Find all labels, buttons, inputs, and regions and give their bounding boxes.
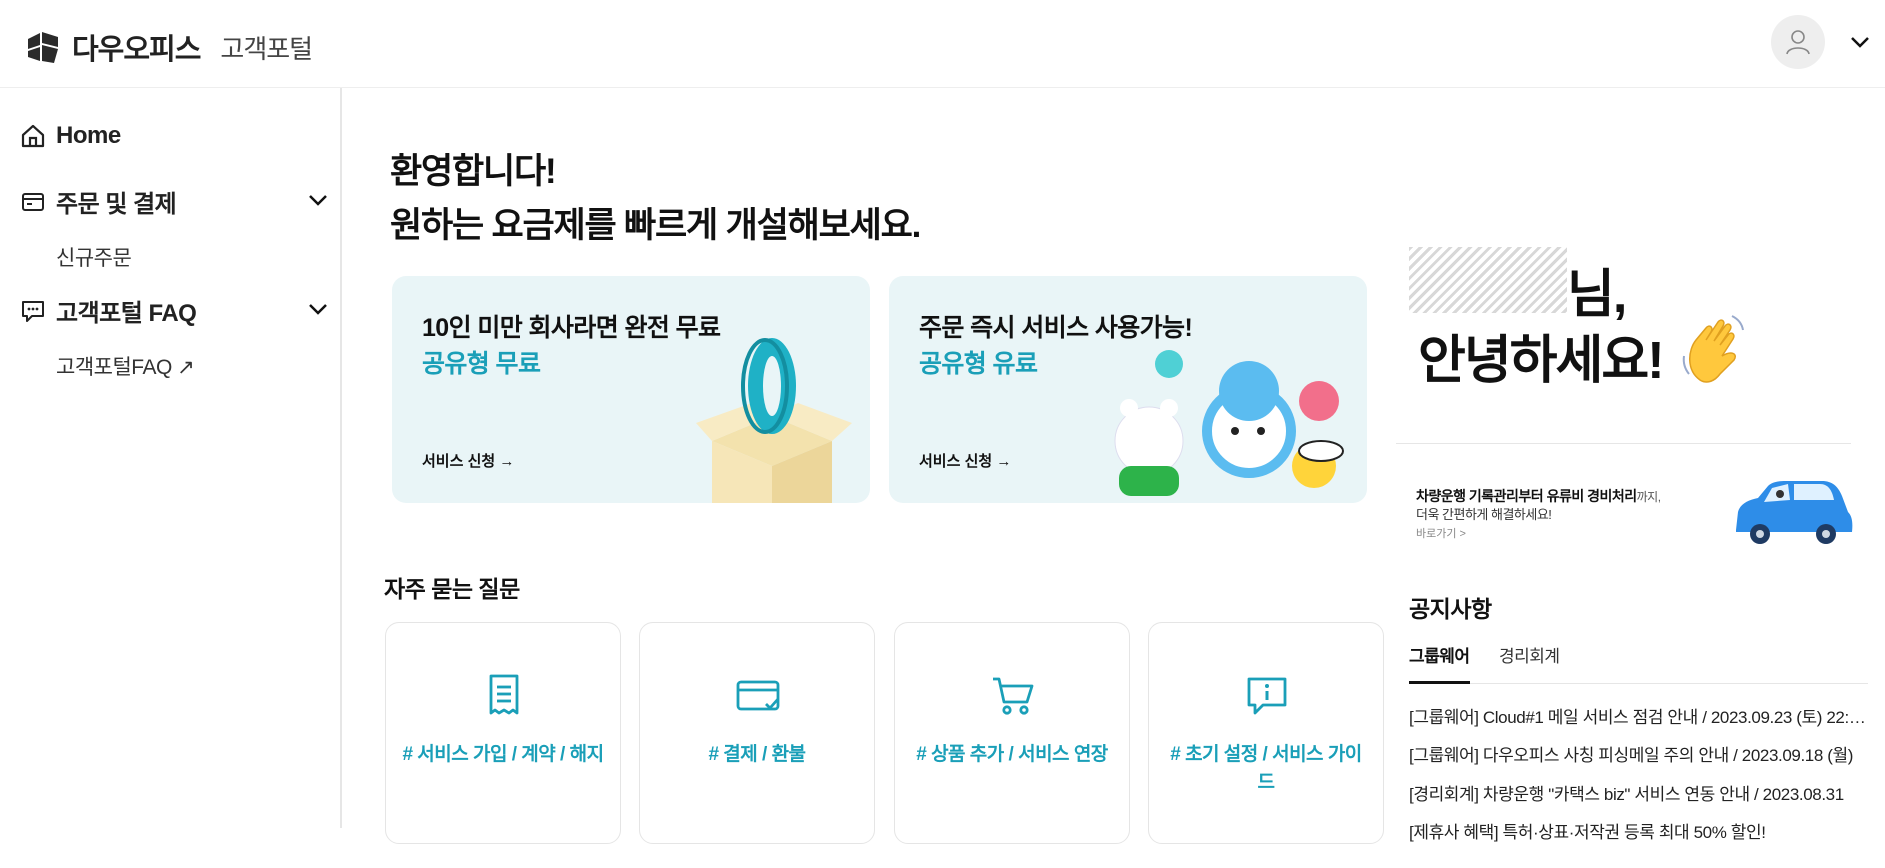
character-group-illustration-icon xyxy=(1114,350,1344,496)
notice-item[interactable]: [그룹웨어] 다우오피스 사칭 피싱메일 주의 안내 / 2023.09.18 … xyxy=(1409,741,1868,766)
card-highlight: 공유형 유료 xyxy=(919,350,1038,378)
sidebar-item-label: 고객포털 FAQ xyxy=(56,300,197,327)
paid-plan-card[interactable]: 주문 즉시 서비스 사용가능! 공유형 유료 서비스 신청 → xyxy=(889,276,1367,503)
greeting-hello: 안녕하세요! xyxy=(1418,332,1665,390)
home-icon xyxy=(21,124,45,148)
welcome-line-1: 환영합니다! xyxy=(390,152,557,191)
sidebar-item-new-order[interactable]: 신규주문 xyxy=(56,242,132,272)
notice-item[interactable]: [그룹웨어] Cloud#1 메일 서비스 점검 안내 / 2023.09.23… xyxy=(1409,703,1868,728)
faq-card-signup[interactable]: # 서비스 가입 / 계약 / 해지 xyxy=(385,622,621,844)
faq-section-title: 자주 묻는 질문 xyxy=(384,576,520,602)
faq-card-label: # 상품 추가 / 서비스 연장 xyxy=(916,744,1108,765)
sidebar-item-home[interactable]: Home xyxy=(20,122,121,150)
service-apply-link[interactable]: 서비스 신청 → xyxy=(919,450,1011,471)
faq-card-label: # 결제 / 환불 xyxy=(708,744,806,765)
sidebar: Home 주문 및 결제 신규주문 고객포털 FAQ 고객포털FAQ ↗ xyxy=(0,88,342,828)
divider xyxy=(1396,443,1851,444)
logo[interactable]: 다우오피스 고객포털 xyxy=(24,26,313,68)
chevron-down-icon[interactable] xyxy=(1848,30,1872,54)
faq-card-label: # 초기 설정 / 서비스 가이드 xyxy=(1170,744,1362,793)
banner-headline: 차량운행 기록관리부터 유류비 경비처리까지, xyxy=(1416,486,1661,506)
card-title: 10인 미만 회사라면 완전 무료 xyxy=(422,314,721,342)
faq-card-guide[interactable]: # 초기 설정 / 서비스 가이드 xyxy=(1148,622,1384,844)
banner-bold-text: 차량운행 기록관리부터 유류비 경비처리 xyxy=(1416,488,1637,504)
masked-user-name xyxy=(1409,247,1567,313)
user-avatar[interactable] xyxy=(1771,15,1825,69)
chat-faq-icon xyxy=(22,300,44,322)
waving-hand-icon xyxy=(1682,315,1744,383)
info-chat-icon xyxy=(1247,677,1287,715)
service-apply-link[interactable]: 서비스 신청 → xyxy=(422,450,514,471)
banner-tail-text: 까지, xyxy=(1636,490,1661,504)
notice-item[interactable]: [제휴사 혜택] 특허·상표·저작권 등록 최대 50% 할인! xyxy=(1409,818,1868,843)
document-icon xyxy=(489,674,519,715)
faq-card-products[interactable]: # 상품 추가 / 서비스 연장 xyxy=(894,622,1130,844)
top-header: 다우오피스 고객포털 xyxy=(0,0,1885,88)
sidebar-item-orders[interactable]: 주문 및 결제 xyxy=(20,184,177,219)
portal-name: 고객포털 xyxy=(220,33,313,64)
chevron-down-icon[interactable] xyxy=(306,297,330,321)
sidebar-item-faq[interactable]: 고객포털 FAQ xyxy=(20,293,197,328)
card-icon xyxy=(736,680,780,711)
sidebar-item-faq-link[interactable]: 고객포털FAQ ↗ xyxy=(56,351,195,381)
tab-groupware[interactable]: 그룹웨어 xyxy=(1409,642,1470,684)
blue-car-icon xyxy=(1736,481,1853,544)
tab-accounting[interactable]: 경리회계 xyxy=(1499,642,1560,681)
card-highlight: 공유형 무료 xyxy=(422,350,541,378)
free-plan-card[interactable]: 10인 미만 회사라면 완전 무료 공유형 무료 서비스 신청 → xyxy=(392,276,870,503)
faq-card-payment[interactable]: # 결제 / 환불 xyxy=(639,622,875,844)
notice-item[interactable]: [경리회계] 차량운행 "카택스 biz" 서비스 연동 안내 / 2023.0… xyxy=(1409,780,1868,805)
daou-logo-icon xyxy=(28,32,58,63)
zero-box-illustration-icon xyxy=(696,338,852,503)
welcome-heading: 환영합니다! 원하는 요금제를 빠르게 개설해보세요. xyxy=(390,145,921,253)
user-icon xyxy=(1786,30,1810,55)
banner-subtext: 더욱 간편하게 해결하세요! xyxy=(1416,507,1552,522)
sidebar-item-label: Home xyxy=(56,122,121,149)
banner-link[interactable]: 바로가기 > xyxy=(1416,525,1466,541)
faq-card-label: # 서비스 가입 / 계약 / 해지 xyxy=(402,744,604,765)
welcome-line-2: 원하는 요금제를 빠르게 개설해보세요. xyxy=(390,206,921,245)
brand-name: 다우오피스 xyxy=(72,34,201,66)
order-card-icon xyxy=(22,192,44,211)
notice-tabs: 그룹웨어 경리회계 xyxy=(1409,636,1868,684)
greeting-suffix: 님, xyxy=(1567,266,1627,324)
cart-icon xyxy=(993,677,1034,715)
notice-section-title: 공지사항 xyxy=(1409,596,1492,622)
chevron-down-icon[interactable] xyxy=(306,188,330,212)
catax-banner[interactable]: 차량운행 기록관리부터 유류비 경비처리까지, 더욱 간편하게 해결하세요! 바… xyxy=(1396,470,1856,550)
sidebar-item-label: 주문 및 결제 xyxy=(56,191,177,218)
